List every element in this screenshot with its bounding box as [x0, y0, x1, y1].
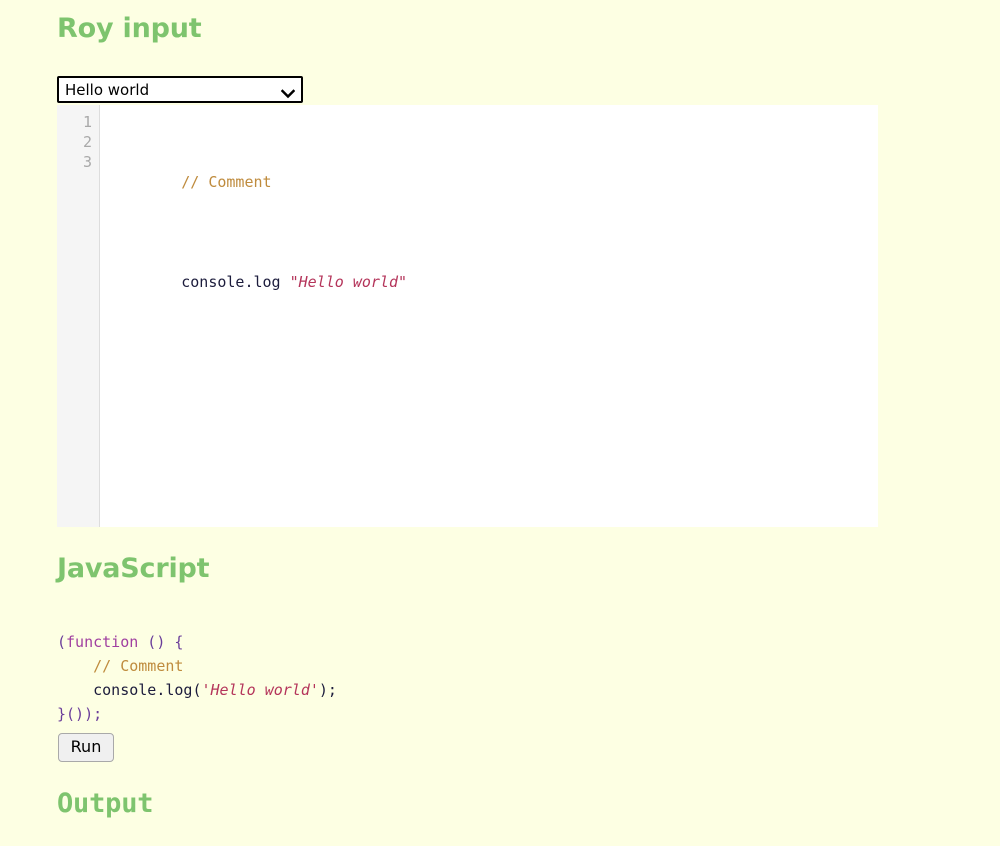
code-token-plain: ); — [318, 681, 337, 699]
editor-line: // Comment — [109, 152, 878, 212]
line-number: 3 — [82, 153, 92, 171]
run-button[interactable]: Run — [58, 733, 114, 762]
code-token-plain: console.log( — [57, 681, 202, 699]
code-token-keyword: function — [66, 633, 139, 651]
page-root: Roy input Hello world 1 2 3 // Comment c… — [0, 0, 1000, 846]
code-token-punct: }()); — [57, 705, 103, 723]
code-token-string: 'Hello world' — [201, 681, 319, 699]
line-number: 2 — [82, 133, 92, 151]
editor-code-area[interactable]: // Comment console.log "Hello world" — [100, 105, 878, 527]
sample-select[interactable]: Hello world — [57, 76, 303, 103]
code-token-comment: // Comment — [181, 173, 272, 191]
section-title-output: Output — [57, 788, 154, 819]
code-token-punct: ( — [57, 633, 67, 651]
code-token-punct: () { — [138, 633, 184, 651]
editor-line-number-gutter: 1 2 3 — [57, 105, 100, 527]
js-output-line: console.log('Hello world'); — [57, 678, 337, 702]
page-title-roy-input: Roy input — [57, 13, 202, 44]
js-output-line: }()); — [57, 702, 337, 726]
code-token-indent — [57, 657, 93, 675]
code-token-comment: // Comment — [93, 657, 184, 675]
code-token-plain: console.log — [181, 273, 290, 291]
javascript-output-code: (function () { // Comment console.log('H… — [57, 630, 337, 726]
editor-line: console.log "Hello world" — [109, 252, 878, 312]
js-output-line: // Comment — [57, 654, 337, 678]
section-title-javascript: JavaScript — [57, 553, 210, 584]
js-output-line: (function () { — [57, 630, 337, 654]
code-token-string: "Hello world" — [289, 273, 408, 291]
code-editor[interactable]: 1 2 3 // Comment console.log "Hello worl… — [57, 105, 878, 527]
line-number: 1 — [82, 113, 92, 131]
